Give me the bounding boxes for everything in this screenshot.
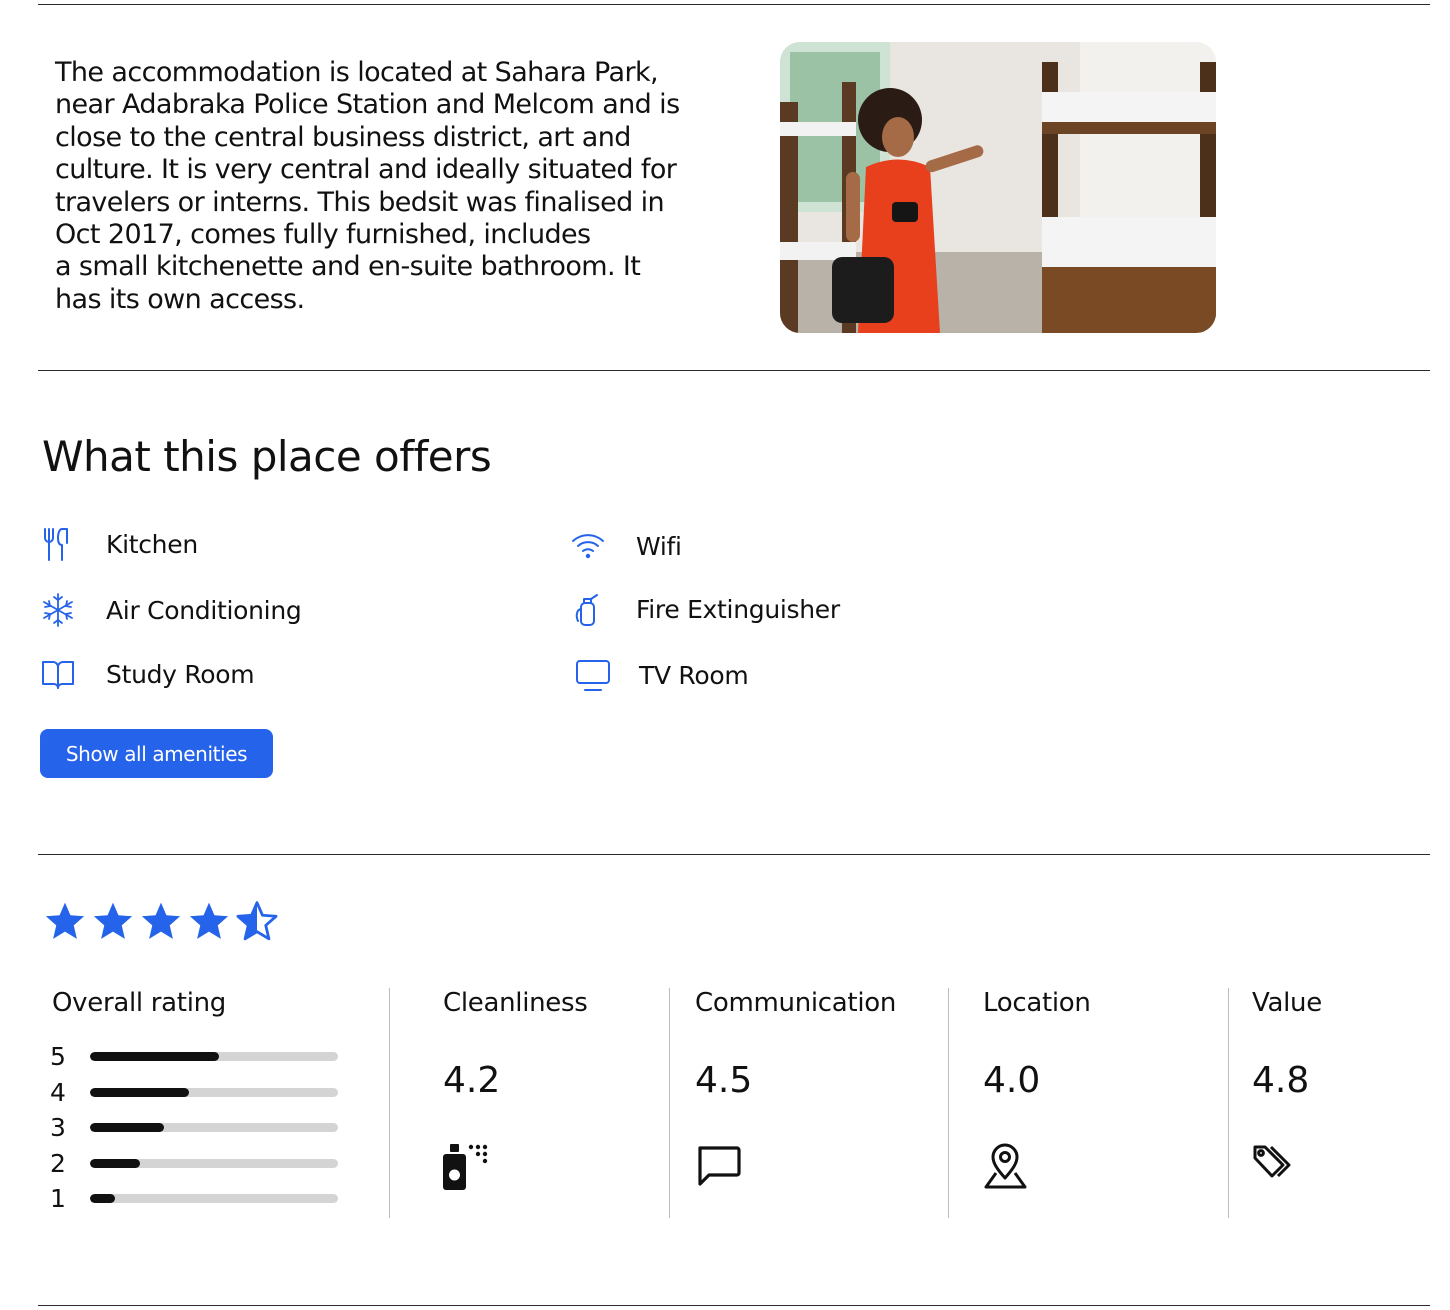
rating-bar-star: 3 — [50, 1113, 66, 1142]
snowflake-icon — [40, 592, 76, 628]
rating-bar-track — [90, 1088, 338, 1097]
fire-extinguisher-icon — [570, 591, 606, 627]
rating-bar-fill — [90, 1088, 190, 1097]
communication-score: 4.5 — [695, 1060, 753, 1101]
overall-rating-label: Overall rating — [52, 988, 227, 1018]
column-separator — [669, 988, 670, 1218]
column-separator — [1228, 988, 1229, 1218]
rating-bar-fill — [90, 1194, 115, 1203]
rating-bar-star: 4 — [50, 1078, 66, 1107]
listing-photo — [780, 42, 1216, 333]
rating-bar-track — [90, 1123, 338, 1132]
rating-bar-row: 4 — [50, 1078, 338, 1107]
amenity-label: Fire Extinguisher — [636, 594, 840, 624]
rating-bar-fill — [90, 1052, 219, 1061]
amenity-label: TV Room — [639, 660, 749, 690]
rating-bar-fill — [90, 1159, 140, 1168]
rating-bar-star: 1 — [50, 1184, 66, 1213]
amenities-title: What this place offers — [42, 432, 492, 481]
rating-bar-track — [90, 1194, 338, 1203]
amenity-label: Air Conditioning — [106, 595, 302, 625]
rating-bar-track — [90, 1159, 338, 1168]
rating-bar-row: 3 — [50, 1113, 338, 1142]
show-all-amenities-button[interactable]: Show all amenities — [40, 729, 273, 778]
communication-label: Communication — [695, 988, 897, 1018]
location-label: Location — [983, 988, 1091, 1018]
value-label: Value — [1252, 988, 1322, 1018]
tv-icon — [575, 657, 611, 693]
book-open-icon — [40, 656, 76, 692]
cleanliness-label: Cleanliness — [443, 988, 588, 1018]
amenity-label: Study Room — [106, 659, 255, 689]
star-full-icon — [141, 902, 181, 939]
amenity-tv-room: TV Room — [575, 657, 749, 693]
spray-bottle-icon — [440, 1142, 490, 1192]
map-pin-icon — [981, 1142, 1031, 1192]
star-rating — [44, 900, 278, 942]
location-score: 4.0 — [983, 1060, 1041, 1101]
rating-bar-star: 5 — [50, 1042, 66, 1071]
listing-description: The accommodation is located at Sahara P… — [55, 57, 680, 315]
value-score: 4.8 — [1252, 1060, 1310, 1101]
amenity-label: Wifi — [636, 531, 682, 561]
star-full-icon — [45, 902, 85, 939]
column-separator — [948, 988, 949, 1218]
amenity-study-room: Study Room — [40, 656, 255, 692]
utensils-icon — [40, 526, 76, 562]
section-divider-1 — [38, 370, 1430, 371]
star-full-icon — [93, 902, 133, 939]
rating-bar-row: 5 — [50, 1042, 338, 1071]
column-separator — [389, 988, 390, 1218]
rating-bar-row: 2 — [50, 1149, 338, 1178]
amenity-kitchen: Kitchen — [40, 526, 198, 562]
amenity-wifi: Wifi — [570, 528, 682, 564]
bottom-divider — [38, 1305, 1430, 1306]
top-divider — [38, 4, 1430, 5]
star-half-icon — [236, 901, 278, 941]
cleanliness-score: 4.2 — [443, 1060, 501, 1101]
wifi-icon — [570, 528, 606, 564]
room-photo-illustration — [780, 42, 1216, 333]
chat-bubble-icon — [694, 1142, 744, 1192]
price-tag-icon — [1251, 1142, 1301, 1192]
amenity-fire-extinguisher: Fire Extinguisher — [570, 591, 840, 627]
rating-bar-row: 1 — [50, 1184, 338, 1213]
star-full-icon — [189, 902, 229, 939]
rating-bar-star: 2 — [50, 1149, 66, 1178]
amenity-air-conditioning: Air Conditioning — [40, 592, 302, 628]
amenity-label: Kitchen — [106, 529, 198, 559]
section-divider-2 — [38, 854, 1430, 855]
rating-bar-track — [90, 1052, 338, 1061]
rating-bar-fill — [90, 1123, 165, 1132]
